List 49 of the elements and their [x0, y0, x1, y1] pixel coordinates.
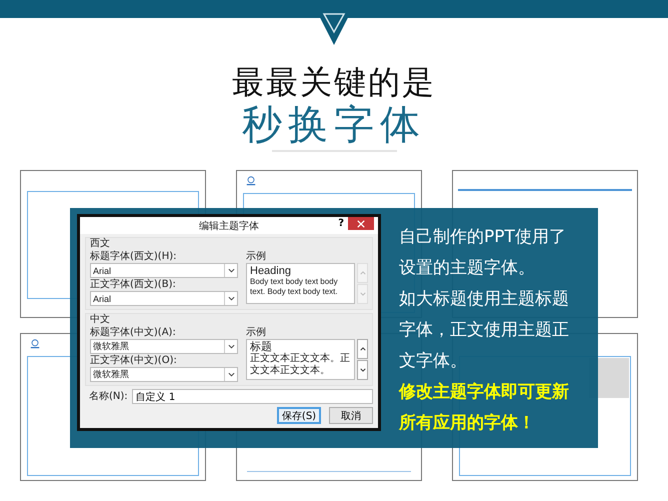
chevron-down-icon	[228, 268, 234, 273]
dropdown-value: 微软雅黑	[92, 340, 129, 353]
dropdown-arrow-button[interactable]	[224, 292, 237, 305]
font-dropdown[interactable]: 微软雅黑	[90, 339, 238, 354]
chevron-down-icon	[360, 368, 366, 372]
scroll-button[interactable]	[357, 360, 368, 380]
logo-icon	[29, 338, 41, 350]
close-icon	[357, 220, 365, 228]
font-dropdown[interactable]: 微软雅黑	[90, 367, 238, 382]
group-legend: 西文	[90, 238, 368, 250]
dialog-title: 编辑主题字体	[199, 220, 259, 232]
field-label: 示例	[246, 326, 267, 339]
help-button[interactable]: ?	[338, 218, 344, 229]
sample-heading: Heading	[250, 265, 292, 277]
chevron-down-icon	[228, 344, 234, 349]
heading-line: 最最关键的是	[232, 62, 436, 102]
field-label: 示例	[246, 250, 267, 263]
font-dropdown[interactable]: Arial	[90, 291, 238, 306]
note-text: 修改主题字体即可更新所有应用的字体！	[399, 381, 570, 435]
group-legend: 中文	[90, 314, 368, 326]
logo-icon	[245, 175, 257, 187]
field-label: 正文字体(西文)(B):	[90, 278, 177, 291]
chevron-down-icon	[228, 296, 234, 301]
dropdown-arrow-button[interactable]	[224, 264, 237, 277]
field-label: 正文字体(中文)(O):	[90, 354, 178, 367]
heading-subtitle: 秒换字体	[242, 102, 426, 148]
dropdown-arrow-button[interactable]	[224, 340, 237, 353]
note-text: 如大标题使用主题标题字体，正文使用主题正文字体。	[399, 288, 570, 373]
field-label: 标题字体(中文)(A):	[90, 326, 177, 339]
dropdown-arrow-button[interactable]	[224, 368, 237, 381]
chevron-up-icon	[360, 271, 366, 275]
dropdown-value: Arial	[92, 266, 112, 276]
chevron-down-icon	[360, 292, 366, 296]
dialog-button[interactable]: 保存(S)	[277, 407, 321, 424]
sample-heading: 标题	[250, 341, 272, 353]
dropdown-value: 微软雅黑	[92, 368, 129, 381]
font-dropdown[interactable]: Arial	[90, 263, 238, 278]
dropdown-value: Arial	[92, 294, 112, 304]
sample-body: Body text body text body text. Body text body text.	[250, 277, 339, 297]
scroll-button[interactable]	[357, 339, 368, 359]
sample-body: 正文文本正文文本。正文文本正文文本。	[250, 353, 351, 377]
name-input[interactable]: 自定义 1	[132, 389, 373, 404]
close-button[interactable]	[348, 217, 374, 230]
note-text: 自己制作的PPT使用了设置的主题字体。	[399, 226, 567, 280]
dialog-button[interactable]: 取消	[329, 407, 373, 424]
chevron-down-icon	[228, 372, 234, 377]
field-label: 标题字体(西文)(H):	[90, 250, 178, 263]
chevron-up-icon	[360, 347, 366, 351]
field-label: 名称(N):	[89, 390, 128, 403]
